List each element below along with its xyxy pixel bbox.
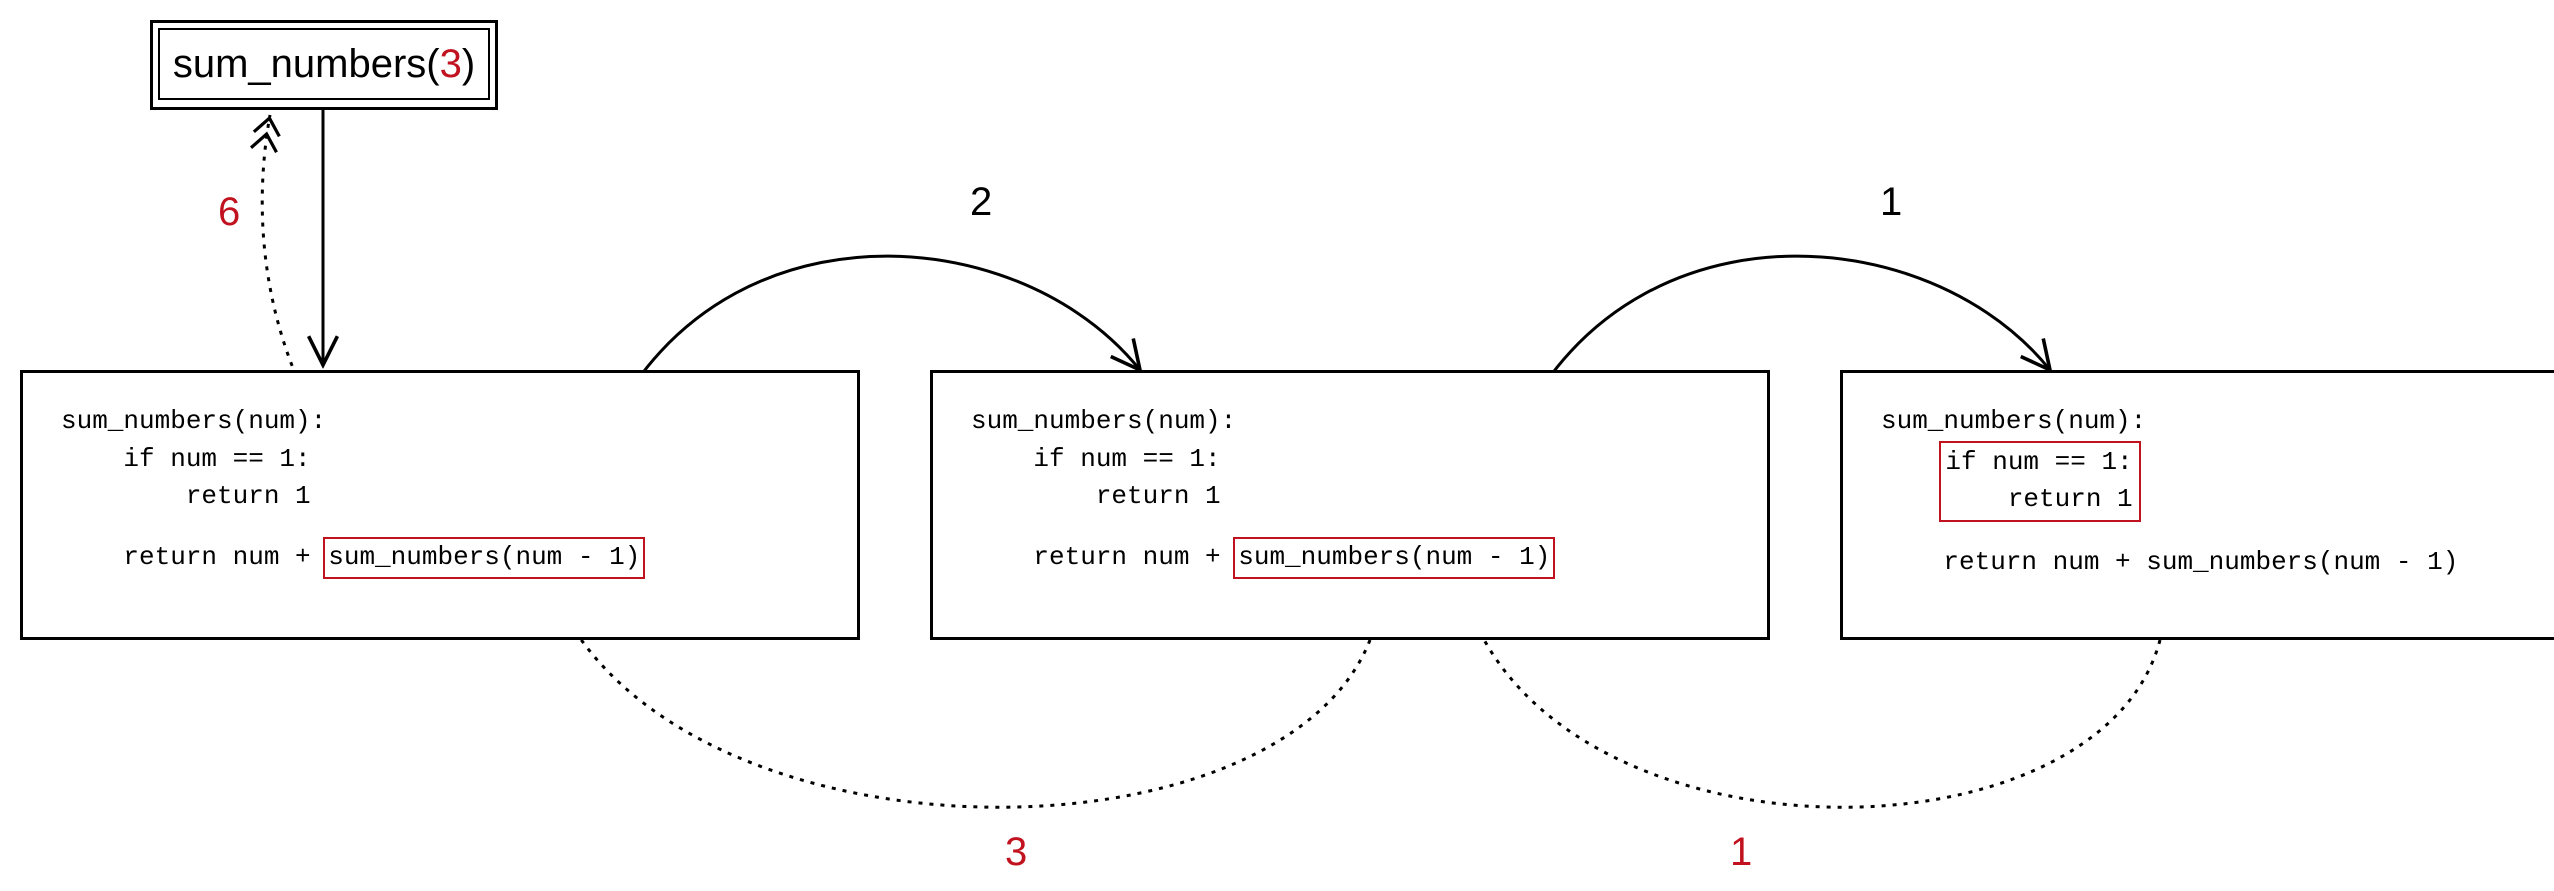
label-forward-2: 1 (1880, 180, 1902, 225)
code3-line4-call: sum_numbers(num - 1) (2146, 547, 2458, 577)
call-arg: 3 (440, 42, 462, 87)
code-box-1: sum_numbers(num): if num == 1: return 1 … (20, 370, 860, 640)
code-box-3: sum_numbers(num): if num == 1: return 1 … (1840, 370, 2554, 640)
code-box-2: sum_numbers(num): if num == 1: return 1 … (930, 370, 1770, 640)
call-fn-close: ) (462, 42, 475, 87)
code3-base-case-highlight: if num == 1: return 1 (1939, 441, 2140, 522)
code3-line4-prefix: return num + (1881, 547, 2146, 577)
label-forward-1: 2 (970, 180, 992, 225)
code2-line3: return 1 (971, 478, 1737, 516)
code1-line1: sum_numbers(num): (61, 403, 827, 441)
label-return-mid: 3 (1005, 830, 1027, 875)
code2-line2: if num == 1: (971, 441, 1737, 479)
code2-recursive-call-highlight: sum_numbers(num - 1) (1233, 537, 1555, 579)
call-fn-name: sum_numbers( (173, 42, 440, 87)
initial-call-box: sum_numbers(3) (150, 20, 498, 110)
label-return-top: 6 (218, 190, 240, 235)
code1-line4-prefix: return num + (61, 542, 326, 572)
code3-base-line1: if num == 1: (1945, 447, 2132, 477)
code2-line4-prefix: return num + (971, 542, 1236, 572)
code1-line3: return 1 (61, 478, 827, 516)
code3-line1: sum_numbers(num): (1881, 403, 2554, 441)
code2-line1: sum_numbers(num): (971, 403, 1737, 441)
label-return-right: 1 (1730, 830, 1752, 875)
code1-line2: if num == 1: (61, 441, 827, 479)
code1-recursive-call-highlight: sum_numbers(num - 1) (323, 537, 645, 579)
code3-base-line2: return 1 (1945, 484, 2132, 514)
